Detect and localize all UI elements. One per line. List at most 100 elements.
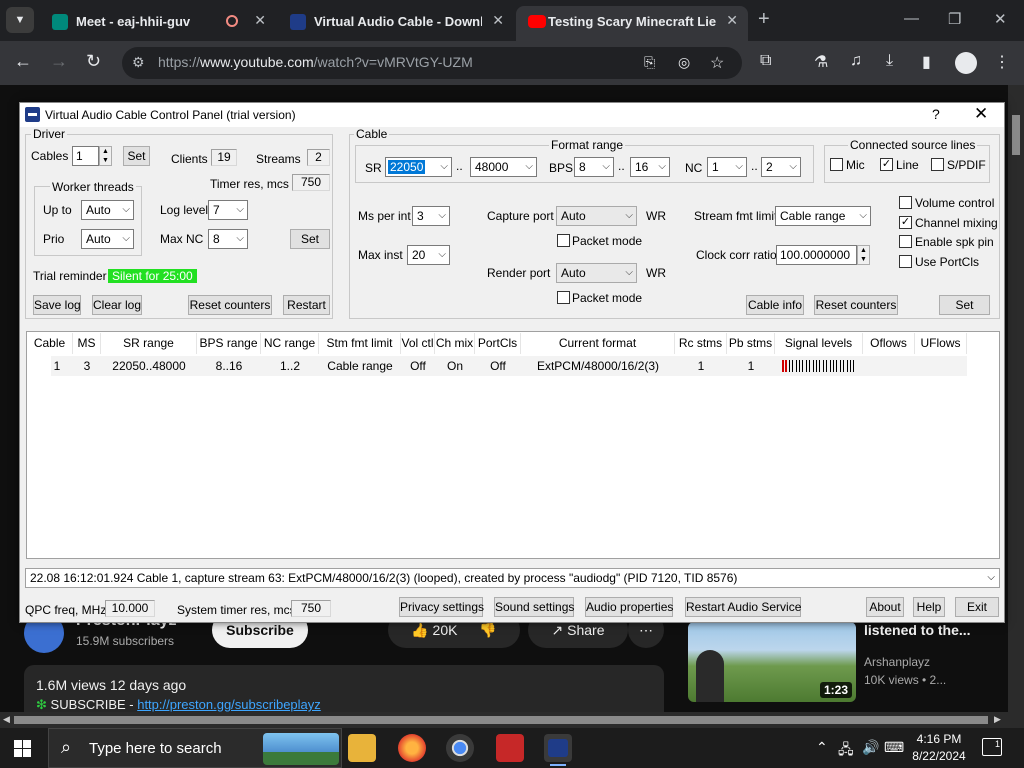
- tab-virtual-audio-cable[interactable]: Virtual Audio Cable - Downloa ✕: [278, 6, 514, 41]
- file-explorer-icon[interactable]: [348, 734, 376, 762]
- address-bar[interactable]: ⚙ https://www.youtube.com/watch?v=vMRVtG…: [122, 47, 742, 79]
- column-header[interactable]: SR range: [101, 333, 197, 354]
- downloads-icon[interactable]: ⤓: [886, 52, 893, 70]
- site-info-icon[interactable]: ⚙: [132, 54, 145, 71]
- cable-reset-counters-button[interactable]: Reset counters: [814, 295, 898, 315]
- reload-icon[interactable]: ↻: [86, 51, 101, 72]
- firefox-icon[interactable]: [398, 734, 426, 762]
- max-inst-select[interactable]: 20 ⌵: [407, 245, 450, 265]
- column-header[interactable]: Stm fmt limit: [319, 333, 401, 354]
- restart-audio-service-button[interactable]: Restart Audio Service: [685, 597, 801, 617]
- column-header[interactable]: Vol ctl: [401, 333, 435, 354]
- sr-min-select[interactable]: 22050 ⌵: [385, 157, 452, 177]
- clock-corr-ratio-stepper[interactable]: ▲ ▼: [857, 245, 870, 265]
- media-controls-icon[interactable]: ♫: [850, 52, 862, 70]
- dialog-titlebar[interactable]: Virtual Audio Cable Control Panel (trial…: [20, 103, 1004, 127]
- exit-button[interactable]: Exit: [955, 597, 999, 617]
- close-tab-icon[interactable]: ✕: [492, 12, 504, 29]
- about-button[interactable]: About: [866, 597, 904, 617]
- column-header[interactable]: Rc stms: [675, 333, 727, 354]
- cables-stepper[interactable]: ▲ ▼: [99, 146, 112, 166]
- capture-packet-mode-checkbox[interactable]: [557, 234, 570, 247]
- volume-control-checkbox[interactable]: [899, 196, 912, 209]
- scroll-thumb[interactable]: [14, 716, 988, 724]
- column-header[interactable]: Signal levels: [775, 333, 863, 354]
- tracking-protection-icon[interactable]: ◎: [678, 54, 690, 71]
- bps-min-select[interactable]: 8 ⌵: [574, 157, 614, 177]
- close-icon[interactable]: ✕: [974, 104, 988, 124]
- driver-reset-counters-button[interactable]: Reset counters: [188, 295, 272, 315]
- forward-icon[interactable]: →: [50, 51, 68, 72]
- sr-max-select[interactable]: 48000 ⌵: [470, 157, 537, 177]
- chrome-menu-icon[interactable]: ⋮: [994, 52, 1010, 72]
- column-header[interactable]: NC range: [261, 333, 319, 354]
- like-icon[interactable]: 👍: [411, 622, 428, 638]
- scroll-left-icon[interactable]: ◀: [3, 714, 10, 725]
- max-nc-select[interactable]: 8 ⌵: [208, 229, 248, 249]
- chevron-down-icon[interactable]: ⌵: [987, 569, 995, 587]
- tab-search-icon[interactable]: ▼: [6, 7, 34, 33]
- nc-min-select[interactable]: 1 ⌵: [707, 157, 747, 177]
- column-header[interactable]: PortCls: [475, 333, 521, 354]
- dislike-icon[interactable]: 👎: [479, 622, 496, 638]
- column-header[interactable]: MS: [73, 333, 101, 354]
- restore-icon[interactable]: ❐: [948, 10, 961, 28]
- tab-meet[interactable]: Meet - eaj-hhii-guv ✕: [40, 6, 276, 41]
- line-checkbox[interactable]: ✓: [880, 158, 893, 171]
- volume-icon[interactable]: 🔊: [862, 739, 879, 756]
- clear-log-button[interactable]: Clear log: [92, 295, 142, 315]
- system-clock[interactable]: 4:16 PM 8/22/2024: [904, 731, 974, 765]
- prio-select[interactable]: Auto ⌵: [81, 229, 134, 249]
- windows-start-icon[interactable]: [14, 740, 31, 757]
- column-header[interactable]: UFlows: [915, 333, 967, 354]
- subscribe-link[interactable]: http://preston.gg/subscribeplayz: [137, 697, 321, 712]
- page-horizontal-scrollbar[interactable]: ◀ ▶: [0, 712, 1024, 728]
- column-header[interactable]: Ch mix: [435, 333, 475, 354]
- virtual-audio-cable-taskbar-icon[interactable]: [544, 734, 572, 766]
- column-header[interactable]: Pb stms: [727, 333, 775, 354]
- column-header[interactable]: Cable: [27, 333, 73, 354]
- close-tab-icon[interactable]: ✕: [254, 12, 266, 29]
- related-channel[interactable]: Arshanplayz: [864, 655, 930, 669]
- side-panel-icon[interactable]: ▮: [922, 52, 931, 72]
- cable-info-button[interactable]: Cable info: [746, 295, 804, 315]
- render-packet-mode-checkbox[interactable]: [557, 291, 570, 304]
- scroll-right-icon[interactable]: ▶: [994, 714, 1001, 725]
- extensions-icon[interactable]: ⧉: [760, 52, 771, 70]
- bps-max-select[interactable]: 16 ⌵: [630, 157, 670, 177]
- log-level-select[interactable]: 7 ⌵: [208, 200, 248, 220]
- tab-youtube[interactable]: Testing Scary Minecraft Lies To ✕: [516, 6, 748, 41]
- capture-port-select[interactable]: Auto ⌵: [556, 206, 637, 226]
- related-video-title[interactable]: listened to the...: [864, 622, 971, 638]
- back-icon[interactable]: ←: [14, 51, 32, 72]
- column-header[interactable]: Current format: [521, 333, 675, 354]
- use-portcls-checkbox[interactable]: [899, 255, 912, 268]
- scroll-thumb[interactable]: [1012, 115, 1020, 155]
- ms-per-int-select[interactable]: 3 ⌵: [412, 206, 450, 226]
- enable-spk-pin-checkbox[interactable]: [899, 235, 912, 248]
- related-video-thumbnail[interactable]: 1:23: [688, 622, 856, 702]
- nc-max-select[interactable]: 2 ⌵: [761, 157, 801, 177]
- audio-properties-button[interactable]: Audio properties: [585, 597, 673, 617]
- new-tab-icon[interactable]: +: [758, 8, 770, 31]
- window-close-icon[interactable]: ✕: [994, 10, 1007, 28]
- profile-avatar[interactable]: [955, 52, 977, 74]
- show-hidden-icons-icon[interactable]: ⌃: [816, 739, 828, 756]
- event-log-combo[interactable]: 22.08 16:12:01.924 Cable 1, capture stre…: [25, 568, 1000, 588]
- install-app-icon[interactable]: ⎘: [644, 54, 655, 71]
- cable-set-button[interactable]: Set: [939, 295, 990, 315]
- sound-settings-button[interactable]: Sound settings: [494, 597, 574, 617]
- restart-button[interactable]: Restart: [283, 295, 330, 315]
- stream-fmt-limit-select[interactable]: Cable range ⌵: [775, 206, 871, 226]
- labs-flask-icon[interactable]: ⚗: [814, 52, 828, 72]
- column-header[interactable]: Oflows: [863, 333, 915, 354]
- network-icon[interactable]: 🖧: [838, 739, 854, 763]
- bookmark-star-icon[interactable]: ☆: [710, 53, 724, 73]
- minimize-icon[interactable]: —: [904, 10, 919, 27]
- privacy-settings-button[interactable]: Privacy settings: [399, 597, 484, 617]
- cables-input[interactable]: 1: [72, 146, 99, 166]
- input-indicator-icon[interactable]: ⌨: [884, 739, 904, 756]
- help-icon[interactable]: ?: [932, 106, 940, 122]
- cable-list[interactable]: Cable MS SR range BPS range NC range Stm fmt …: [26, 331, 1000, 559]
- spdif-checkbox[interactable]: [931, 158, 944, 171]
